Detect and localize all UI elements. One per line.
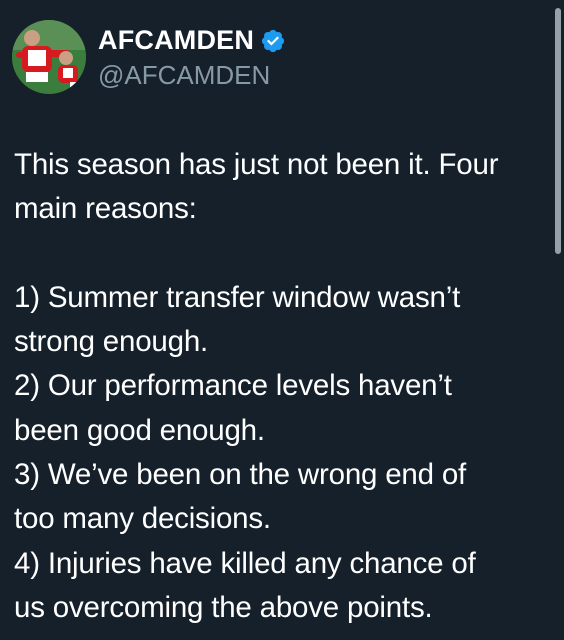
scrollbar[interactable] [555,8,561,254]
footballer-avatar-icon [12,20,86,94]
avatar[interactable] [12,20,86,94]
tweet-card: AFCAMDEN @AFCAMDEN This season has just … [0,0,564,640]
tweet-line: strong enough. [14,325,209,359]
name-row: AFCAMDEN [98,24,286,58]
user-handle[interactable]: @AFCAMDEN [98,60,286,91]
tweet-line: This season has just not been it. Four [14,148,499,181]
tweet-line: main reasons: [14,192,197,226]
tweet-text: This season has just not been it. Four m… [14,143,550,630]
tweet-line: 2) Our performance levels haven’t [14,369,452,403]
tweet-line: too many decisions. [14,502,271,536]
tweet-header: AFCAMDEN @AFCAMDEN [12,20,286,94]
user-names: AFCAMDEN @AFCAMDEN [98,24,286,91]
tweet-blank-line [14,232,550,276]
tweet-line: us overcoming the above points. [14,590,433,624]
tweet-line: 3) We’ve been on the wrong end of [14,458,467,492]
display-name[interactable]: AFCAMDEN [98,25,254,56]
tweet-line: 1) Summer transfer window wasn’t [14,280,461,314]
verified-badge-icon [260,28,286,54]
tweet-line: 4) Injuries have killed any chance of [14,546,476,580]
tweet-line: been good enough. [14,413,265,447]
